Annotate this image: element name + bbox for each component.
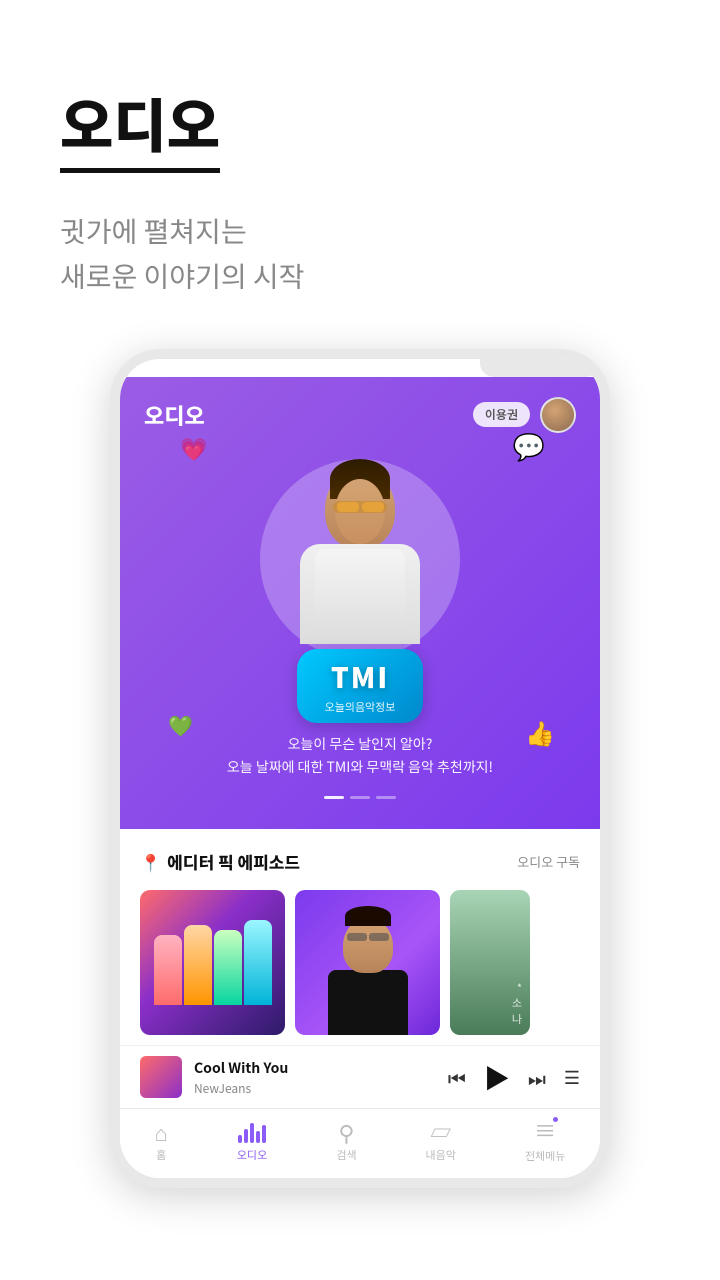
- home-icon: ⌂: [155, 1121, 168, 1143]
- chat-emoji-icon: 💬: [513, 427, 545, 464]
- card-image-2: [295, 890, 440, 1035]
- phone-mockup: 오디오 이용권 💗 💬 💚: [110, 349, 610, 1189]
- nav-label-search: 검색: [336, 1147, 356, 1163]
- editor-pick-section: 📍 에디터 픽 에피소드 오디오 구독: [120, 829, 600, 1045]
- nav-item-audio[interactable]: 오디오: [237, 1121, 267, 1163]
- nav-label-home: 홈: [156, 1147, 166, 1163]
- player-title: Cool With You: [194, 1058, 436, 1078]
- page-background: 오디오 귓가에 펼쳐지는 새로운 이야기의 시작 오디오 이용권: [0, 0, 720, 1280]
- tmi-badge[interactable]: TMI 오늘의음악정보: [297, 649, 424, 723]
- playlist-button[interactable]: ☰: [564, 1064, 580, 1090]
- thumb-emoji-icon: 👍: [525, 714, 555, 749]
- player-info: Cool With You NewJeans: [194, 1058, 436, 1097]
- user-badge[interactable]: 이용권: [473, 402, 530, 427]
- card-image-1: [140, 890, 285, 1035]
- card-image-3: * 소 나: [450, 890, 530, 1035]
- app-content: 오디오 이용권 💗 💬 💚: [120, 377, 600, 1179]
- nav-item-search[interactable]: ⚲ 검색: [336, 1121, 356, 1163]
- episode-card-2[interactable]: [295, 890, 440, 1035]
- bottom-navigation: ⌂ 홈 오디오 ⚲: [120, 1108, 600, 1178]
- phone-mockup-wrapper: 오디오 이용권 💗 💬 💚: [0, 349, 720, 1189]
- banner-pagination-dots: [324, 796, 396, 799]
- nav-label-audio: 오디오: [237, 1147, 267, 1163]
- app-header-bar: 오디오 이용권: [144, 397, 576, 433]
- avatar[interactable]: [540, 397, 576, 433]
- section-icon: 📍: [140, 849, 161, 874]
- episode-card-3[interactable]: * 소 나: [450, 890, 530, 1035]
- section-header: 📍 에디터 픽 에피소드 오디오 구독: [140, 849, 580, 874]
- page-title: 오디오: [60, 80, 220, 173]
- player-thumbnail: [140, 1056, 182, 1098]
- player-controls: ⏮ ▶ ⏭ ☰: [448, 1059, 580, 1096]
- search-icon: ⚲: [338, 1121, 354, 1143]
- tmi-main-text: TMI: [325, 657, 396, 697]
- phone-notch: [480, 359, 600, 377]
- avatar-image: [542, 399, 574, 431]
- menu-notification-dot: [553, 1117, 558, 1122]
- tmi-sub-text: 오늘의음악정보: [325, 699, 396, 715]
- menu-icon-wrapper: ≡: [534, 1119, 556, 1144]
- audio-icon: [238, 1121, 266, 1143]
- banner-circle: [260, 459, 460, 659]
- star-emoji-icon: 💚: [168, 710, 193, 739]
- prev-button[interactable]: ⏮: [448, 1063, 466, 1092]
- nav-label-library: 내음악: [426, 1147, 456, 1163]
- player-artist: NewJeans: [194, 1080, 436, 1097]
- nav-label-menu: 전체메뉴: [525, 1148, 565, 1164]
- nav-item-home[interactable]: ⌂ 홈: [155, 1121, 168, 1163]
- library-icon: ▱: [430, 1121, 452, 1143]
- nav-item-library[interactable]: ▱ 내음악: [426, 1121, 456, 1163]
- next-button[interactable]: ⏭: [528, 1063, 546, 1092]
- section-title: 📍 에디터 픽 에피소드: [140, 849, 300, 874]
- header-section: 오디오 귓가에 펼쳐지는 새로운 이야기의 시작: [0, 0, 720, 329]
- banner-content: 💗 💬 💚 👍: [144, 449, 576, 800]
- dot-3: [376, 796, 396, 799]
- episode-card-row: * 소 나: [140, 890, 580, 1035]
- dot-active: [324, 796, 344, 799]
- play-button[interactable]: ▶: [484, 1059, 510, 1096]
- player-bar: Cool With You NewJeans ⏮ ▶ ⏭ ☰: [120, 1045, 600, 1108]
- banner-description: 오늘이 무슨 날인지 알아? 오늘 날짜에 대한 TMI와 무맥락 음악 추천까…: [227, 733, 493, 781]
- section-title-text: 에디터 픽 에피소드: [167, 849, 300, 874]
- page-subtitle: 귓가에 펼쳐지는 새로운 이야기의 시작: [60, 209, 660, 299]
- heart-emoji-icon: 💗: [180, 432, 207, 464]
- app-logo: 오디오: [144, 399, 205, 431]
- person-head: [325, 469, 395, 549]
- person-body: [300, 544, 420, 644]
- episode-card-1[interactable]: [140, 890, 285, 1035]
- nav-item-menu[interactable]: ≡ 전체메뉴: [525, 1119, 565, 1164]
- banner-area: 오디오 이용권 💗 💬 💚: [120, 377, 600, 830]
- dot-2: [350, 796, 370, 799]
- section-link[interactable]: 오디오 구독: [517, 852, 580, 871]
